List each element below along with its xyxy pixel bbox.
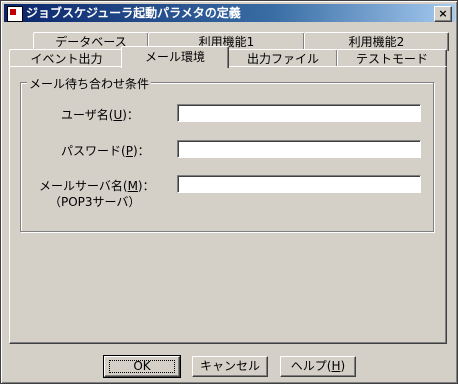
password-hotkey: P: [125, 144, 133, 158]
app-icon: [7, 6, 23, 22]
user-hotkey: U: [113, 108, 123, 122]
cancel-button[interactable]: キャンセル: [192, 356, 268, 377]
help-label: ヘルプ(: [290, 359, 332, 373]
server-label-end: )：: [137, 179, 155, 193]
window-title: ジョブスケジューラ起動パラメタの定義: [26, 6, 241, 20]
password-label-end: )：: [132, 144, 150, 158]
server-input[interactable]: [177, 175, 421, 193]
tab-panel: メール待ち合わせ条件 ユーザ名(U)： パスワード(P)： メールサーバ名(M)…: [9, 66, 447, 344]
close-button[interactable]: ×: [434, 6, 452, 22]
user-input[interactable]: [177, 104, 421, 122]
tab-mail-environment[interactable]: メール環境: [121, 46, 229, 68]
cancel-label: キャンセル: [199, 359, 260, 373]
mail-wait-groupbox: メール待ち合わせ条件 ユーザ名(U)： パスワード(P)： メールサーバ名(M)…: [20, 75, 434, 232]
tab-label: メール環境: [144, 50, 205, 64]
server-sublabel: （POP3サーバ）: [49, 195, 141, 209]
tab-label: イベント出力: [30, 52, 103, 66]
tab-label: 出力ファイル: [246, 52, 319, 66]
password-label: パスワード(P)：: [61, 142, 150, 159]
title-bar[interactable]: ジョブスケジューラ起動パラメタの定義 ×: [4, 4, 455, 22]
help-label-end: ): [340, 359, 346, 373]
tab-label: 利用機能2: [348, 35, 405, 49]
user-label-end: )：: [122, 108, 139, 122]
password-input[interactable]: [177, 140, 421, 158]
server-label: メールサーバ名(M)：: [39, 177, 155, 194]
group-legend: メール待ち合わせ条件: [27, 75, 152, 92]
user-label: ユーザ名(U)：: [61, 106, 139, 123]
ok-button[interactable]: OK: [103, 355, 181, 378]
password-label-text: パスワード(: [61, 144, 126, 158]
ok-label: OK: [133, 359, 151, 373]
server-hotkey: M: [127, 179, 138, 193]
server-label-text: メールサーバ名(: [39, 179, 128, 193]
tab-label: データベース: [55, 35, 127, 49]
help-button[interactable]: ヘルプ(H): [280, 356, 356, 377]
user-label-text: ユーザ名(: [61, 108, 114, 122]
tab-label: テストモード: [355, 52, 428, 66]
help-hotkey: H: [331, 359, 341, 373]
